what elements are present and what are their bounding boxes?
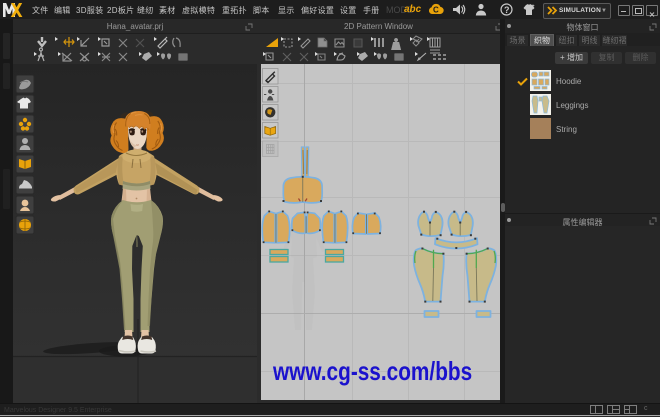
svg-text:?: ? (504, 5, 510, 15)
svg-text:C: C (433, 6, 439, 15)
